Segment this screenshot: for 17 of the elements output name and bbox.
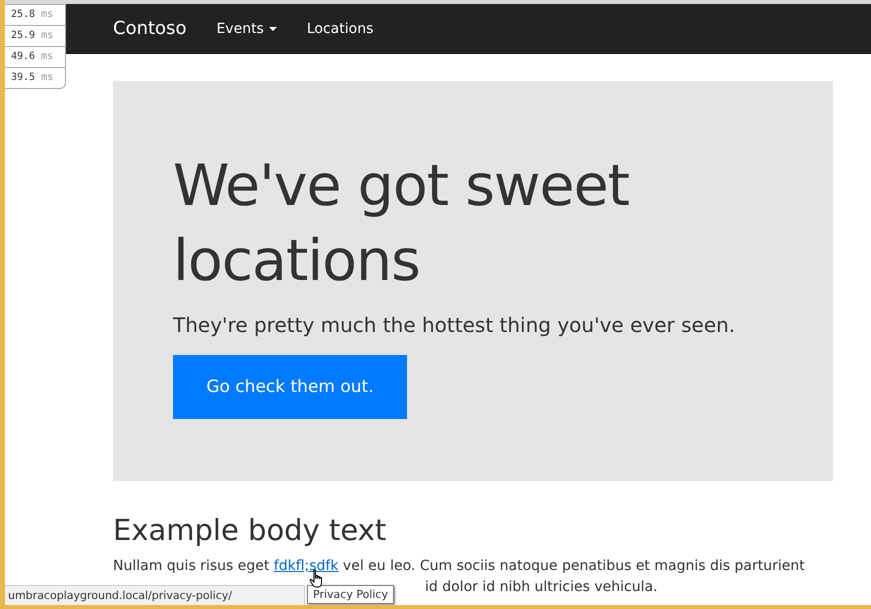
body-paragraph: Nullam quis risus eget fdkfl;sdfk vel eu leo. Cum sociis natoque penatibus et magnis dis parturient — [113, 557, 806, 576]
body-paragraph-fragment: id dolor id nibh ultricies vehicula. — [425, 579, 658, 595]
hero-lead: They're pretty much the hottest thing you've ever seen. — [173, 312, 736, 339]
text-link[interactable]: fdkfl;sdfk — [274, 558, 338, 574]
timing-row: 49.6 ms — [5, 47, 65, 68]
tooltip: Privacy Policy — [307, 585, 394, 604]
timing-row: 25.9 ms — [5, 26, 65, 47]
hero-title: We've got sweet locations — [173, 152, 630, 296]
nav-link[interactable]: Locations — [306, 20, 374, 36]
timing-row: 25.8 ms — [5, 5, 65, 26]
brand-link[interactable]: Contoso — [113, 18, 186, 39]
caret-icon — [268, 26, 277, 30]
cta-button[interactable]: Go check them out. — [173, 355, 407, 419]
body-heading: Example body text — [113, 512, 388, 549]
nav-link[interactable]: Events — [216, 20, 277, 36]
timing-row-text: 39.5 ms — [10, 71, 54, 85]
status-bar: umbracoplayground.local/privacy-policy/ — [5, 585, 305, 605]
